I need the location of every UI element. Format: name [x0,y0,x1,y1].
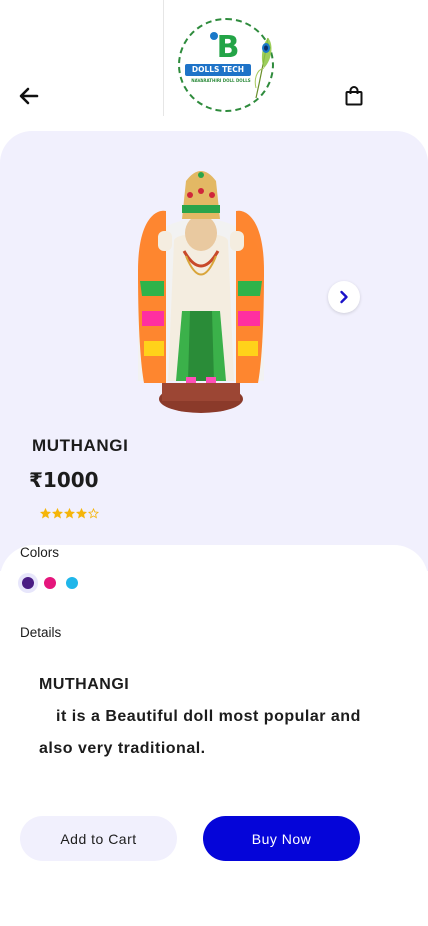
logo-tagline: NAVARATHIRI DOLL DOLLS [191,78,251,83]
color-option[interactable] [62,573,82,593]
color-option[interactable] [40,573,60,593]
cart-button[interactable] [342,84,366,108]
star-filled-icon [40,508,51,519]
arrow-left-icon [19,87,39,105]
details-body: it is a Beautiful doll most popular and … [39,708,361,757]
logo-brand-name: DOLLS TECH [185,64,251,76]
buy-now-button[interactable]: Buy Now [203,816,360,861]
star-empty-icon [88,508,99,519]
next-image-button[interactable] [328,281,360,313]
product-title: MUTHANGI [32,436,129,455]
color-swatch [66,577,78,589]
deity-doll-image [138,171,264,413]
product-gallery-panel: MUTHANGI ₹1000 [0,131,428,571]
shopping-bag-icon [345,86,363,106]
add-to-cart-button[interactable]: Add to Cart [20,816,177,861]
details-label: Details [20,625,62,640]
details-description: MUTHANGI it is a Beautiful doll most pop… [39,669,399,765]
brand-logo: B DOLLS TECH NAVARATHIRI DOLL DOLLS [163,0,290,116]
logo-badge: B DOLLS TECH NAVARATHIRI DOLL DOLLS [178,18,274,112]
star-filled-icon [76,508,87,519]
color-swatch [44,577,56,589]
star-filled-icon [64,508,75,519]
color-swatch [22,577,34,589]
product-price: ₹1000 [29,468,99,492]
star-filled-icon [52,508,63,519]
product-rating [40,508,99,519]
color-option[interactable] [18,573,38,593]
color-options [18,573,84,593]
colors-label: Colors [20,545,60,560]
peacock-feather-icon [254,37,272,99]
back-button[interactable] [17,84,41,108]
details-title: MUTHANGI [39,676,130,693]
product-details-sheet: Colors Details MUTHANGI it is a Beautifu… [0,545,428,926]
chevron-right-icon [340,290,348,304]
logo-letter: B [216,30,240,65]
